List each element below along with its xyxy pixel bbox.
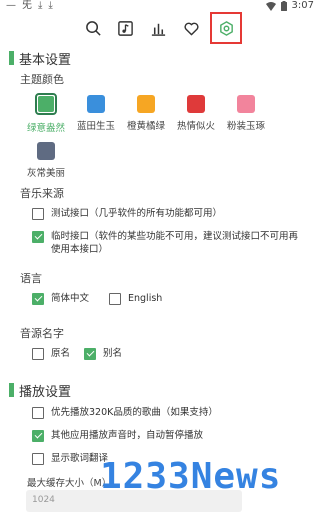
download-icon: ⤓ [48, 0, 53, 11]
language-en-checkbox[interactable] [109, 293, 121, 305]
section-accent-bar [9, 383, 14, 397]
theme-color-label: 主题颜色 [20, 73, 64, 86]
theme-swatch-3[interactable]: 热情似火 [176, 93, 216, 132]
source-name-alias-checkbox[interactable] [84, 348, 96, 360]
songlist-button[interactable] [111, 14, 139, 42]
source-name-original-checkbox[interactable] [32, 348, 44, 360]
theme-swatch-color [35, 93, 57, 115]
settings-button[interactable] [210, 12, 242, 44]
theme-swatch-name: 灰常美丽 [26, 168, 65, 179]
language-option-zh[interactable]: 简体中文 [32, 292, 89, 305]
heart-icon [183, 22, 199, 35]
theme-swatch-4[interactable]: 粉装玉琢 [226, 93, 266, 132]
theme-swatch-color [237, 95, 255, 113]
theme-swatch-1[interactable]: 蓝田生玉 [76, 93, 116, 132]
status-time: 3:07 [291, 0, 314, 11]
playback-settings-header: 播放设置 [9, 382, 72, 400]
signal-glyph-icon: — [6, 0, 16, 11]
source-temp-text: 临时接口（软件的某些功能不可用，建议测试接口不可用再 使用本接口） [51, 230, 298, 256]
source-temp-checkbox[interactable] [32, 231, 44, 243]
download-icon: ⤓ [38, 0, 43, 11]
music-source-label: 音乐来源 [20, 187, 64, 200]
theme-swatch-color [137, 95, 155, 113]
language-zh-checkbox[interactable] [32, 293, 44, 305]
theme-swatch-color-fill [38, 96, 54, 112]
playback-lyric-translation-checkbox[interactable] [32, 453, 44, 465]
theme-swatch-color [87, 95, 105, 113]
source-name-label: 音源名字 [20, 327, 64, 340]
playback-320k-text: 优先播放320K品质的歌曲（如果支持） [51, 407, 218, 418]
source-option-test[interactable]: 测试接口（几乎软件的所有功能都可用） [32, 207, 222, 220]
playback-option-320k[interactable]: 优先播放320K品质的歌曲（如果支持） [32, 406, 218, 419]
language-option-en[interactable]: English [109, 292, 162, 305]
playback-option-autopause[interactable]: 其他应用播放声音时，自动暂停播放 [32, 429, 203, 442]
source-temp-text-line2: 使用本接口） [51, 244, 109, 255]
status-right-icons: 3:07 [265, 0, 314, 12]
theme-swatch-name: 粉装玉琢 [226, 121, 265, 132]
theme-swatch-5[interactable]: 灰常美丽 [26, 140, 66, 179]
theme-swatch-0[interactable]: 绿意盎然 [26, 93, 66, 134]
top-toolbar [0, 12, 320, 46]
source-temp-text-line1: 临时接口（软件的某些功能不可用，建议测试接口不可用再 [51, 231, 299, 242]
source-name-option-alias[interactable]: 别名 [84, 347, 122, 360]
theme-swatch-color [187, 95, 205, 113]
language-label: 语言 [20, 272, 42, 285]
playback-320k-checkbox[interactable] [32, 407, 44, 419]
source-name-original-text: 原名 [51, 348, 71, 359]
theme-swatch-color [37, 142, 55, 160]
favorites-button[interactable] [177, 14, 205, 42]
playback-settings-title: 播放设置 [19, 384, 72, 400]
notification-glyph-icon: 兂 [22, 0, 32, 11]
playback-autopause-checkbox[interactable] [32, 430, 44, 442]
basic-settings-header: 基本设置 [9, 50, 72, 68]
playback-option-lyric-translation[interactable]: 显示歌词翻译 [32, 452, 108, 465]
section-accent-bar [9, 51, 14, 65]
search-button[interactable] [79, 14, 107, 42]
source-name-alias-text: 别名 [103, 348, 123, 359]
source-name-option-original[interactable]: 原名 [32, 347, 70, 360]
settings-icon [219, 20, 233, 36]
playback-autopause-text: 其他应用播放声音时，自动暂停播放 [51, 430, 204, 441]
watermark-text: 1233News [100, 456, 282, 497]
wifi-icon [265, 1, 276, 11]
cache-size-label: 最大缓存大小（M） [27, 478, 112, 489]
source-option-temp[interactable]: 临时接口（软件的某些功能不可用，建议测试接口不可用再 使用本接口） [32, 230, 298, 256]
language-en-text: English [128, 293, 163, 304]
source-test-checkbox[interactable] [32, 208, 44, 220]
chart-bars-icon [151, 23, 165, 36]
leaderboard-button[interactable] [144, 14, 172, 42]
language-zh-text: 简体中文 [51, 293, 90, 304]
theme-swatch-2[interactable]: 橙黄橘绿 [126, 93, 166, 132]
status-left-icons: — 兂 ⤓ ⤓ [6, 0, 53, 12]
source-test-text: 测试接口（几乎软件的所有功能都可用） [51, 208, 223, 219]
search-icon [85, 20, 101, 36]
music-sheet-icon [117, 20, 133, 36]
battery-icon [280, 1, 287, 11]
basic-settings-title: 基本设置 [19, 52, 72, 68]
